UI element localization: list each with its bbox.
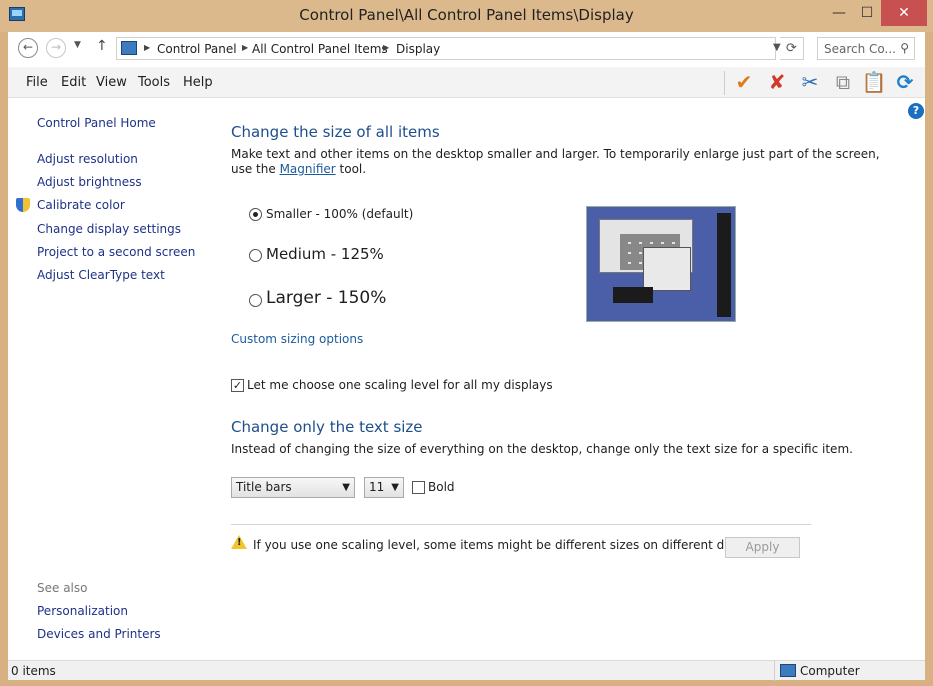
- search-placeholder: Search Co...: [824, 42, 896, 56]
- sidebar-adjust-cleartype[interactable]: Adjust ClearType text: [37, 268, 165, 282]
- menu-view[interactable]: View: [96, 75, 127, 90]
- chevron-down-icon: ▼: [342, 482, 350, 493]
- up-button[interactable]: ↑: [96, 38, 108, 54]
- item-select[interactable]: Title bars ▼: [231, 477, 355, 498]
- font-size-select[interactable]: 11 ▼: [364, 477, 404, 498]
- cut-icon[interactable]: ✂: [797, 69, 823, 95]
- chevron-right-icon[interactable]: ▶: [383, 43, 389, 52]
- warning-icon-mark: !: [237, 537, 242, 548]
- sidebar-devices-printers[interactable]: Devices and Printers: [37, 627, 161, 641]
- sidebar-calibrate-color[interactable]: Calibrate color: [37, 198, 125, 212]
- menu-help[interactable]: Help: [183, 75, 213, 90]
- menu-edit[interactable]: Edit: [61, 75, 86, 90]
- radio-medium[interactable]: [249, 249, 262, 262]
- search-input[interactable]: Search Co... ⚲: [817, 37, 915, 60]
- radio-larger-label[interactable]: Larger - 150%: [266, 288, 386, 308]
- window-title: Control Panel\All Control Panel Items\Di…: [299, 6, 634, 24]
- see-also-label: See also: [37, 581, 88, 595]
- menu-tools[interactable]: Tools: [138, 75, 170, 90]
- font-size-value: 11: [369, 480, 385, 494]
- size-description-line2: use the Magnifier tool.: [231, 162, 366, 176]
- checkmark-icon[interactable]: ✔: [731, 69, 757, 95]
- desc-text: use the: [231, 162, 280, 176]
- breadcrumb-all-items[interactable]: All Control Panel Items: [252, 42, 388, 56]
- maximize-button[interactable]: ☐: [852, 0, 882, 26]
- sidebar-adjust-resolution[interactable]: Adjust resolution: [37, 152, 138, 166]
- desc-text: tool.: [335, 162, 367, 176]
- close-button[interactable]: ✕: [881, 0, 927, 26]
- bold-checkbox[interactable]: [412, 481, 425, 494]
- sidebar-control-panel-home[interactable]: Control Panel Home: [37, 116, 156, 130]
- title-bar[interactable]: Control Panel\All Control Panel Items\Di…: [0, 0, 933, 32]
- help-icon[interactable]: ?: [908, 103, 924, 119]
- window-client: ← → ▼ ↑ ▶ Control Panel ▶ All Control Pa…: [8, 32, 925, 681]
- search-icon[interactable]: ⚲: [900, 41, 909, 55]
- text-size-description: Instead of changing the size of everythi…: [231, 442, 853, 456]
- warning-text: If you use one scaling level, some items…: [253, 538, 770, 552]
- address-row: ← → ▼ ↑ ▶ Control Panel ▶ All Control Pa…: [8, 32, 925, 65]
- address-bar[interactable]: ▶ Control Panel ▶ All Control Panel Item…: [116, 37, 781, 60]
- apply-button[interactable]: Apply: [725, 537, 800, 558]
- sidebar-project-second-screen[interactable]: Project to a second screen: [37, 245, 195, 259]
- custom-sizing-link[interactable]: Custom sizing options: [231, 332, 363, 346]
- delete-icon[interactable]: ✘: [764, 69, 790, 95]
- item-count: 0 items: [11, 664, 56, 678]
- menu-file[interactable]: File: [26, 75, 48, 90]
- radio-smaller-label[interactable]: Smaller - 100% (default): [266, 207, 413, 221]
- scaling-preview-image: [586, 206, 736, 322]
- heading-text-size: Change only the text size: [231, 418, 423, 436]
- scaling-level-label[interactable]: Let me choose one scaling level for all …: [247, 378, 553, 392]
- minimize-button[interactable]: —: [824, 0, 854, 26]
- scaling-level-checkbox[interactable]: ✓: [231, 379, 244, 392]
- magnifier-link[interactable]: Magnifier: [280, 162, 336, 176]
- sidebar-adjust-brightness[interactable]: Adjust brightness: [37, 175, 142, 189]
- control-panel-window: Control Panel\All Control Panel Items\Di…: [0, 0, 933, 686]
- refresh-icon[interactable]: ⟳: [892, 69, 918, 95]
- heading-change-size: Change the size of all items: [231, 123, 440, 141]
- uac-shield-icon: [16, 198, 30, 212]
- back-button[interactable]: ←: [18, 38, 38, 58]
- breadcrumb-control-panel[interactable]: Control Panel: [157, 42, 237, 56]
- recent-locations-button[interactable]: ▼: [74, 40, 81, 50]
- divider: [231, 524, 811, 525]
- status-location: Computer: [800, 664, 860, 678]
- radio-smaller[interactable]: [249, 208, 262, 221]
- status-bar: 0 items Computer: [8, 660, 925, 681]
- chevron-right-icon[interactable]: ▶: [144, 43, 150, 52]
- copy-icon[interactable]: ⧉: [830, 69, 856, 95]
- sidebar-change-display-settings[interactable]: Change display settings: [37, 222, 181, 236]
- radio-medium-label[interactable]: Medium - 125%: [266, 245, 384, 263]
- menu-bar: File Edit View Tools Help ✔ ✘ ✂ ⧉ 📋 ⟳: [8, 67, 925, 98]
- toolbar-divider: [724, 71, 725, 95]
- item-select-value: Title bars: [236, 480, 292, 494]
- status-divider: [774, 661, 775, 681]
- preview-window: [643, 247, 691, 291]
- forward-button[interactable]: →: [46, 38, 66, 58]
- preview-taskbar: [613, 287, 653, 303]
- refresh-button[interactable]: ⟳: [780, 37, 804, 60]
- paste-icon[interactable]: 📋: [861, 69, 887, 95]
- radio-larger[interactable]: [249, 294, 262, 307]
- chevron-right-icon[interactable]: ▶: [242, 43, 248, 52]
- size-description-line1: Make text and other items on the desktop…: [231, 147, 880, 161]
- bold-label[interactable]: Bold: [428, 480, 455, 494]
- computer-icon: [780, 664, 796, 677]
- control-panel-icon: [121, 41, 137, 55]
- sidebar-personalization[interactable]: Personalization: [37, 604, 128, 618]
- preview-sidebar: [717, 213, 731, 317]
- chevron-down-icon: ▼: [391, 482, 399, 493]
- breadcrumb-display[interactable]: Display: [396, 42, 440, 56]
